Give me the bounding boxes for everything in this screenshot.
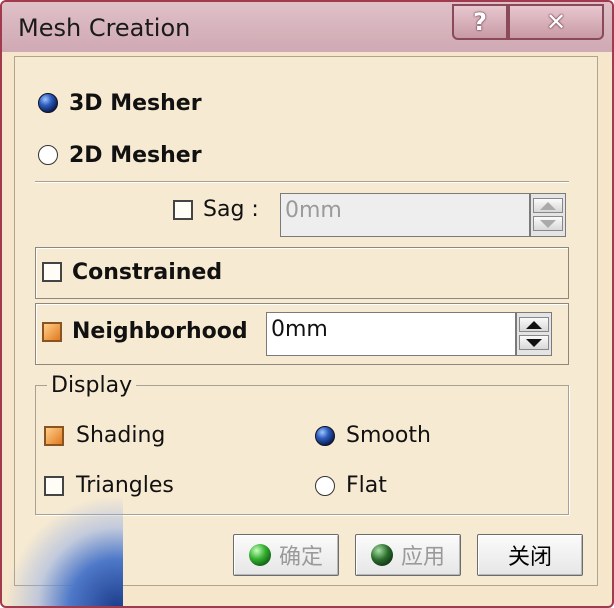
triangles-label: Triangles [76,473,174,498]
display-legend: Display [47,373,137,398]
smooth-label: Smooth [346,423,431,448]
sag-spinner[interactable] [530,193,566,237]
apply-button-label: 应用 [400,545,445,570]
help-button[interactable]: ? [452,4,508,40]
close-window-button[interactable]: ✕ [508,4,604,40]
sag-checkbox[interactable] [173,200,193,220]
sag-input[interactable]: 0mm [280,193,530,237]
help-icon: ? [473,8,487,36]
sag-spin-down[interactable] [533,216,563,231]
neighborhood-spin-down[interactable] [519,335,549,350]
title-bar[interactable]: Mesh Creation ? ✕ [2,2,612,52]
dialog-title: Mesh Creation [18,14,191,42]
corner-decoration [3,497,123,606]
shading-checkbox[interactable] [44,426,64,446]
arrow-down-icon [540,219,556,228]
arrow-up-icon [540,201,556,210]
separator [35,181,569,183]
neighborhood-checkbox[interactable] [42,322,62,342]
neighborhood-input[interactable]: 0mm [266,312,516,356]
label-3d-mesher: 3D Mesher [69,91,202,116]
neighborhood-frame: Neighborhood 0mm [35,303,569,365]
sag-spin-up[interactable] [533,198,563,213]
radio-smooth[interactable] [315,426,335,446]
apply-button[interactable]: 应用 [355,534,461,576]
status-ball-icon [248,544,271,566]
ok-button[interactable]: 确定 [233,534,339,576]
close-button[interactable]: 关闭 [477,534,583,576]
constrained-label: Constrained [72,260,223,285]
label-2d-mesher: 2D Mesher [69,143,202,168]
arrow-up-icon [526,320,542,329]
close-button-label: 关闭 [507,545,552,570]
neighborhood-label: Neighborhood [72,319,248,344]
radio-3d-mesher[interactable] [38,93,58,113]
ok-button-label: 确定 [278,545,323,570]
dialog-body: 3D Mesher 2D Mesher Sag : 0mm Constraine… [3,56,598,606]
neighborhood-spinner[interactable] [516,312,552,356]
sag-label: Sag : [203,197,259,222]
mesh-creation-dialog: Mesh Creation ? ✕ 3D Mesher 2D Mesher Sa… [0,0,614,608]
status-ball-icon [370,544,393,566]
close-icon: ✕ [545,8,567,36]
arrow-down-icon [526,338,542,347]
neighborhood-spin-up[interactable] [519,317,549,332]
shading-label: Shading [76,423,166,448]
constrained-checkbox[interactable] [42,262,62,282]
display-group: Shading Smooth Triangles Flat [35,385,569,515]
radio-2d-mesher[interactable] [38,145,58,165]
triangles-checkbox[interactable] [44,476,64,496]
constrained-frame: Constrained [35,247,569,299]
flat-label: Flat [346,473,387,498]
radio-flat[interactable] [315,476,335,496]
